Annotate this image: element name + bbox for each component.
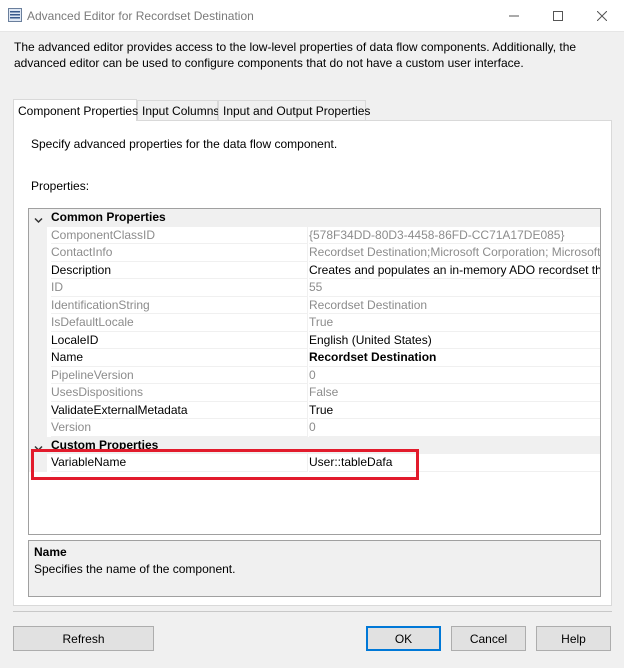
refresh-button[interactable]: Refresh (13, 626, 154, 651)
button-separator (13, 611, 612, 612)
category-custom-properties[interactable]: Custom Properties (29, 436, 600, 454)
window-title: Advanced Editor for Recordset Destinatio… (27, 9, 254, 23)
property-value: 0 (309, 419, 600, 437)
property-row[interactable]: ValidateExternalMetadata True (29, 401, 600, 419)
property-name: Name (51, 349, 308, 367)
property-value: {578F34DD-80D3-4458-86FD-CC71A17DE085} (309, 227, 600, 244)
property-row[interactable]: IsDefaultLocale True (29, 314, 600, 332)
property-row[interactable]: ComponentClassID {578F34DD-80D3-4458-86F… (29, 226, 600, 244)
property-name: ID (51, 279, 308, 297)
property-value[interactable]: English (United States) (309, 332, 600, 349)
property-row[interactable]: IdentificationString Recordset Destinati… (29, 296, 600, 314)
property-row[interactable]: Name Recordset Destination (29, 349, 600, 367)
property-value[interactable]: Creates and populates an in-memory ADO r… (309, 262, 600, 279)
property-value[interactable]: True (309, 402, 600, 419)
minimize-button[interactable] (492, 0, 536, 32)
panel-hint: Specify advanced properties for the data… (31, 137, 338, 151)
property-row-variablename[interactable]: VariableName User::tableDafa (29, 454, 600, 472)
editor-description: The advanced editor provides access to t… (14, 40, 577, 70)
property-name: ValidateExternalMetadata (51, 401, 308, 419)
maximize-icon (553, 11, 563, 21)
property-row[interactable]: LocaleID English (United States) (29, 331, 600, 349)
tab-component-properties[interactable]: Component Properties (13, 99, 138, 121)
property-name: ComponentClassID (51, 226, 308, 244)
property-row[interactable]: PipelineVersion 0 (29, 366, 600, 384)
category-common-properties[interactable]: Common Properties (29, 209, 600, 227)
category-label: Custom Properties (51, 437, 159, 452)
property-help-box: Name Specifies the name of the component… (28, 540, 601, 597)
minimize-icon (509, 15, 519, 17)
property-value: 55 (309, 279, 600, 297)
category-label: Common Properties (51, 210, 166, 224)
property-value[interactable]: User::tableDafa (309, 454, 600, 472)
title-bar: Advanced Editor for Recordset Destinatio… (0, 0, 624, 32)
help-title: Name (34, 545, 67, 559)
close-icon (597, 11, 607, 21)
property-value: False (309, 384, 600, 402)
property-value: Recordset Destination;Microsoft Corporat… (309, 244, 600, 262)
properties-label: Properties: (31, 179, 90, 193)
property-row[interactable]: ContactInfo Recordset Destination;Micros… (29, 244, 600, 262)
property-row[interactable]: ID 55 (29, 279, 600, 297)
property-name: Version (51, 419, 308, 437)
help-text: Specifies the name of the component. (34, 562, 236, 576)
advanced-editor-window: Advanced Editor for Recordset Destinatio… (0, 0, 624, 668)
maximize-button[interactable] (536, 0, 580, 32)
ok-button[interactable]: OK (366, 626, 441, 651)
property-value: Recordset Destination (309, 297, 600, 314)
tab-input-columns[interactable]: Input Columns (137, 100, 219, 121)
property-name: IsDefaultLocale (51, 314, 308, 332)
property-row[interactable]: UsesDispositions False (29, 384, 600, 402)
help-button[interactable]: Help (536, 626, 611, 651)
property-name: PipelineVersion (51, 366, 308, 384)
property-name: LocaleID (51, 331, 308, 349)
property-row[interactable]: Description Creates and populates an in-… (29, 261, 600, 279)
property-row[interactable]: Version 0 (29, 419, 600, 437)
property-name: IdentificationString (51, 296, 308, 314)
tab-input-output-properties[interactable]: Input and Output Properties (218, 100, 370, 121)
property-name: ContactInfo (51, 244, 308, 262)
ssis-app-icon (8, 8, 22, 22)
property-value: 0 (309, 367, 600, 384)
property-name: VariableName (51, 454, 308, 472)
component-properties-panel: Specify advanced properties for the data… (13, 120, 612, 606)
cancel-button[interactable]: Cancel (451, 626, 526, 651)
property-grid[interactable]: Common Properties ComponentClassID {578F… (28, 208, 601, 535)
property-name: Description (51, 261, 308, 279)
property-name: UsesDispositions (51, 384, 308, 402)
property-value[interactable]: Recordset Destination (309, 349, 600, 367)
property-value: True (309, 314, 600, 332)
close-button[interactable] (580, 0, 624, 32)
